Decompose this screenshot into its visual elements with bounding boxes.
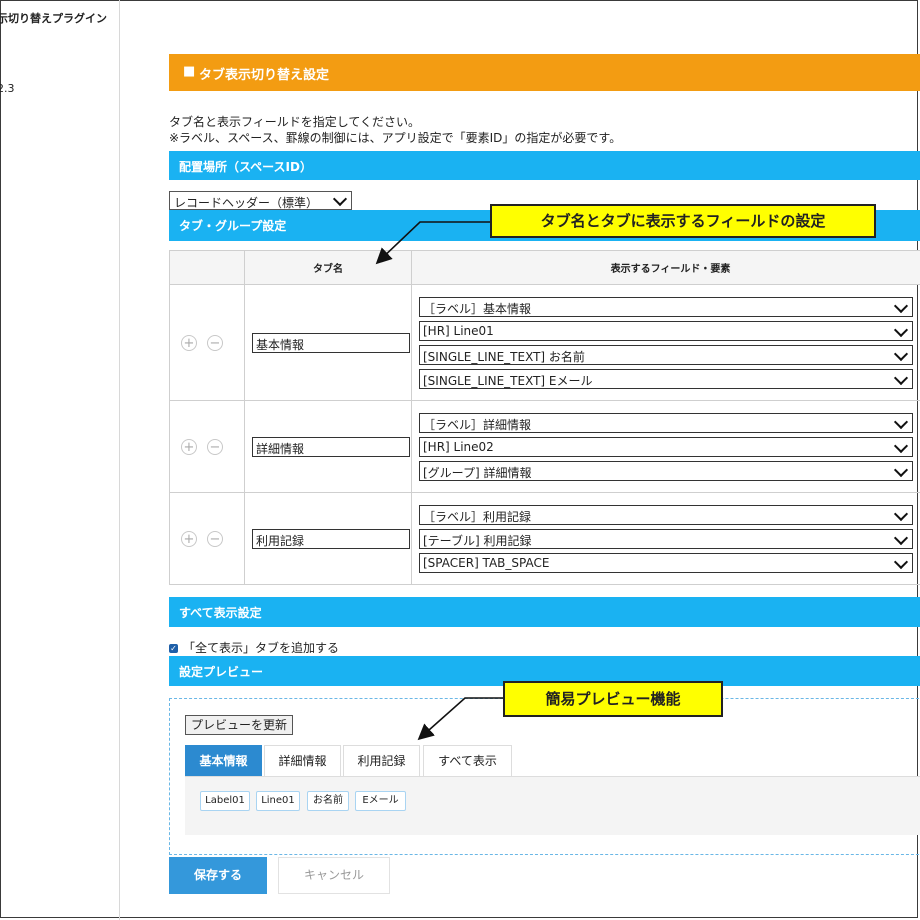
field-select-value: ［ラベル］詳細情報 bbox=[423, 418, 532, 432]
preview-tab-basic[interactable]: 基本情報 bbox=[185, 745, 262, 776]
save-button[interactable]: 保存する bbox=[169, 857, 267, 894]
field-select-value: [テーブル] 利用記録 bbox=[423, 534, 532, 548]
tab-name-input[interactable]: 利用記録 bbox=[252, 528, 410, 549]
checkbox-checked-icon[interactable]: ✓ bbox=[169, 644, 178, 653]
chevron-down-icon bbox=[893, 462, 909, 478]
tab-name-cell: 基本情報 bbox=[244, 284, 412, 401]
sidebar: 示切り替えプラグイン 2.3 bbox=[0, 0, 120, 920]
refresh-preview-button[interactable]: プレビューを更新 bbox=[185, 715, 294, 735]
preview-panel: プレビューを更新 基本情報 詳細情報 利用記録 すべて表示 Label01 Li… bbox=[169, 698, 920, 855]
row-actions: + − bbox=[169, 400, 245, 493]
field-select[interactable]: ［ラベル］詳細情報 bbox=[419, 413, 913, 433]
fields-cell: ［ラベル］利用記録 [テーブル] 利用記録 [SPACER] TAB_SPACE bbox=[411, 492, 920, 585]
table-header-row: タブ名 表示するフィールド・要素 bbox=[169, 250, 920, 285]
field-select-value: [SINGLE_LINE_TEXT] Eメール bbox=[423, 374, 593, 388]
preview-chip: Eメール bbox=[355, 791, 406, 811]
row-actions: + − bbox=[169, 284, 245, 401]
section-title: 設定プレビュー bbox=[179, 665, 264, 679]
table-header-blank bbox=[169, 250, 245, 285]
tab-group-table: タブ名 表示するフィールド・要素 + − 基本情報 ［ラベル］基本情報 [HR] … bbox=[169, 250, 920, 585]
description: タブ名と表示フィールドを指定してください。 ※ラベル、スペース、罫線の制御には、… bbox=[169, 114, 621, 146]
field-select[interactable]: [SINGLE_LINE_TEXT] お名前 bbox=[419, 345, 913, 365]
field-select-value: [HR] Line01 bbox=[423, 324, 494, 338]
field-select[interactable]: ［ラベル］利用記録 bbox=[419, 505, 913, 525]
fields-cell: ［ラベル］基本情報 [HR] Line01 [SINGLE_LINE_TEXT]… bbox=[411, 284, 920, 401]
minus-icon[interactable]: − bbox=[207, 438, 223, 455]
section-title: 配置場所（スペースID） bbox=[179, 160, 312, 174]
preview-chip: お名前 bbox=[307, 791, 349, 811]
row-actions: + − bbox=[169, 492, 245, 585]
show-all-section-header: すべて表示設定 bbox=[169, 597, 920, 627]
tab-name-input[interactable]: 基本情報 bbox=[252, 332, 410, 353]
chevron-down-icon bbox=[893, 530, 909, 546]
field-select[interactable]: [テーブル] 利用記録 bbox=[419, 529, 913, 549]
field-select-value: ［ラベル］利用記録 bbox=[423, 510, 532, 524]
main-content: ■ タブ表示切り替え設定 タブ名と表示フィールドを指定してください。 ※ラベル、… bbox=[169, 0, 920, 920]
preview-chip: Line01 bbox=[256, 791, 300, 811]
show-all-checkbox-label: 「全て表示」タブを追加する bbox=[183, 641, 340, 655]
tab-name-input[interactable]: 詳細情報 bbox=[252, 436, 410, 457]
chevron-down-icon bbox=[893, 506, 909, 522]
preview-chip: Label01 bbox=[200, 791, 250, 811]
field-select-value: [HR] Line02 bbox=[423, 440, 494, 454]
callout-tab-field-settings: タブ名とタブに表示するフィールドの設定 bbox=[490, 204, 876, 238]
chevron-down-icon bbox=[893, 370, 909, 386]
chevron-down-icon bbox=[893, 438, 909, 454]
cancel-button[interactable]: キャンセル bbox=[278, 857, 390, 894]
minus-icon[interactable]: − bbox=[207, 530, 223, 547]
field-select[interactable]: [SPACER] TAB_SPACE bbox=[419, 553, 913, 573]
field-select-value: [SPACER] TAB_SPACE bbox=[423, 556, 550, 570]
chevron-down-icon bbox=[893, 322, 909, 338]
field-select-value: ［ラベル］基本情報 bbox=[423, 302, 532, 316]
square-icon: ■ bbox=[183, 64, 196, 79]
field-select[interactable]: [SINGLE_LINE_TEXT] Eメール bbox=[419, 369, 913, 389]
table-header-tab-name: タブ名 bbox=[244, 250, 412, 285]
fields-cell: ［ラベル］詳細情報 [HR] Line02 [グループ] 詳細情報 bbox=[411, 400, 920, 493]
field-select[interactable]: [HR] Line02 bbox=[419, 437, 913, 457]
section-title: タブ・グループ設定 bbox=[179, 219, 287, 233]
preview-tab-all[interactable]: すべて表示 bbox=[423, 745, 512, 776]
preview-content: Label01 Line01 お名前 Eメール bbox=[185, 777, 920, 835]
field-select[interactable]: ［ラベル］基本情報 bbox=[419, 297, 913, 317]
chevron-down-icon bbox=[893, 414, 909, 430]
table-header-fields: 表示するフィールド・要素 bbox=[411, 250, 920, 285]
table-row: + − 利用記録 ［ラベル］利用記録 [テーブル] 利用記録 [SPACER] T… bbox=[169, 492, 920, 585]
show-all-option[interactable]: ✓ 「全て表示」タブを追加する bbox=[169, 639, 339, 656]
tab-name-cell: 詳細情報 bbox=[244, 400, 412, 493]
plugin-version: 2.3 bbox=[0, 82, 15, 95]
plus-icon[interactable]: + bbox=[181, 334, 197, 351]
preview-tab-usage[interactable]: 利用記録 bbox=[343, 745, 420, 776]
table-row: + − 基本情報 ［ラベル］基本情報 [HR] Line01 [SINGLE_LI… bbox=[169, 284, 920, 401]
plus-icon[interactable]: + bbox=[181, 438, 197, 455]
plugin-title: 示切り替えプラグイン bbox=[0, 12, 107, 25]
field-select[interactable]: [HR] Line01 bbox=[419, 321, 913, 341]
field-select-value: [SINGLE_LINE_TEXT] お名前 bbox=[423, 350, 585, 364]
space-section-header: 配置場所（スペースID） bbox=[169, 151, 920, 180]
field-select[interactable]: [グループ] 詳細情報 bbox=[419, 461, 913, 481]
preview-tab-detail[interactable]: 詳細情報 bbox=[264, 745, 341, 776]
field-select-value: [グループ] 詳細情報 bbox=[423, 466, 532, 480]
chevron-down-icon bbox=[893, 346, 909, 362]
chevron-down-icon bbox=[893, 298, 909, 314]
chevron-down-icon bbox=[332, 191, 348, 207]
minus-icon[interactable]: − bbox=[207, 334, 223, 351]
space-select[interactable]: レコードヘッダー（標準） bbox=[169, 191, 352, 210]
space-select-value: レコードヘッダー（標準） bbox=[174, 196, 319, 210]
callout-preview-feature: 簡易プレビュー機能 bbox=[503, 681, 723, 717]
plus-icon[interactable]: + bbox=[181, 530, 197, 547]
description-note: ※ラベル、スペース、罫線の制御には、アプリ設定で「要素ID」の指定が必要です。 bbox=[169, 131, 622, 145]
description-line: タブ名と表示フィールドを指定してください。 bbox=[169, 115, 421, 129]
chevron-down-icon bbox=[893, 554, 909, 570]
table-row: + − 詳細情報 ［ラベル］詳細情報 [HR] Line02 [グループ] 詳細情… bbox=[169, 400, 920, 493]
page-title: タブ表示切り替え設定 bbox=[199, 68, 330, 83]
tab-name-cell: 利用記録 bbox=[244, 492, 412, 585]
settings-header: ■ タブ表示切り替え設定 bbox=[169, 54, 920, 91]
section-title: すべて表示設定 bbox=[179, 606, 262, 620]
